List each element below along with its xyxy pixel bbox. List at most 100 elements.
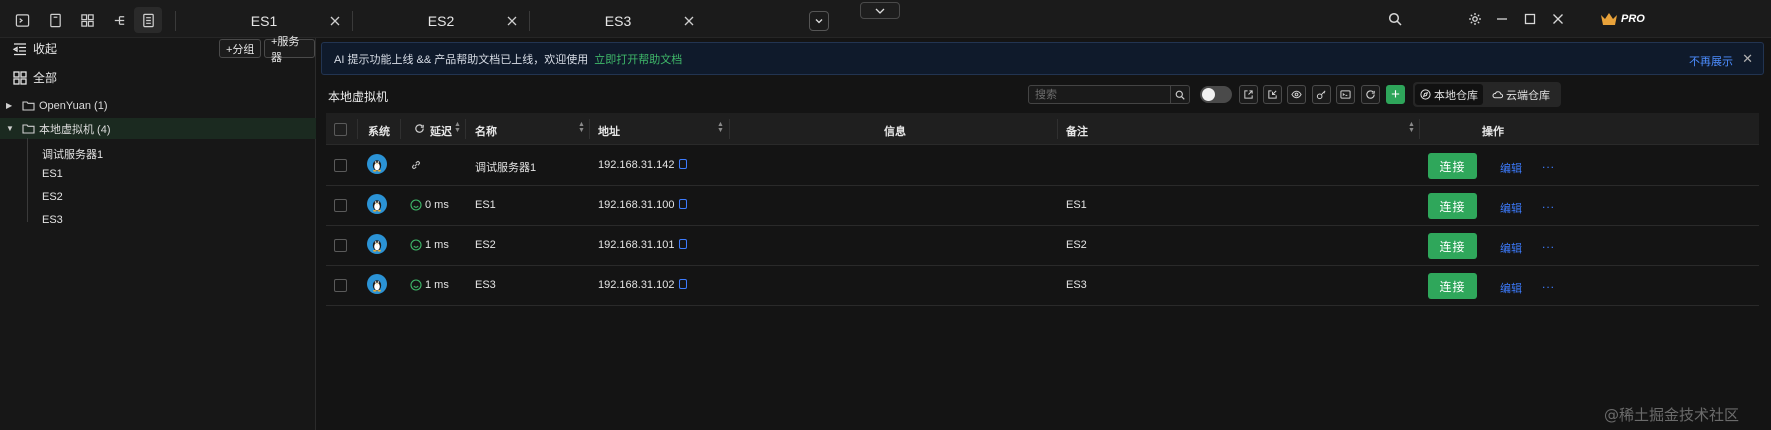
table-row[interactable]: 1 ms ES3 192.168.31.102 ES3 连接 编辑 ...: [326, 266, 1759, 306]
connect-button[interactable]: 连接: [1428, 153, 1477, 179]
search-button[interactable]: [1170, 85, 1189, 104]
import-button[interactable]: [1263, 85, 1282, 104]
terminal-icon[interactable]: [8, 7, 36, 33]
add-button[interactable]: +: [1386, 85, 1405, 104]
tab-es3[interactable]: ES3: [530, 4, 706, 38]
table-row[interactable]: 0 ms ES1 192.168.31.100 ES1 连接 编辑 ...: [326, 186, 1759, 226]
all-label: 全部: [33, 71, 58, 85]
copy-icon[interactable]: [679, 279, 688, 289]
edit-link[interactable]: 编辑: [1500, 240, 1522, 256]
tab-es1[interactable]: ES1: [176, 4, 352, 38]
grid-icon[interactable]: [73, 7, 101, 33]
latency-cell: 1 ms: [425, 239, 449, 251]
table-row[interactable]: 调试服务器1 192.168.31.142 连接 编辑 ...: [326, 146, 1759, 186]
refresh-button[interactable]: [1361, 85, 1380, 104]
group-local-vm[interactable]: ▼ 本地虚拟机 (4): [0, 118, 316, 139]
sort-icon[interactable]: ▲ ▼: [578, 121, 585, 135]
all-servers-item[interactable]: 全部: [12, 69, 57, 86]
document-icon[interactable]: [41, 7, 69, 33]
more-actions-button[interactable]: ...: [1542, 237, 1555, 251]
close-icon[interactable]: [328, 14, 342, 28]
minimize-icon[interactable]: [1491, 8, 1513, 30]
compass-icon: [1420, 89, 1431, 100]
table-row[interactable]: 1 ms ES2 192.168.31.101 ES2 连接 编辑 ...: [326, 226, 1759, 266]
linux-icon: [367, 234, 387, 254]
copy-icon[interactable]: [679, 199, 688, 209]
more-actions-button[interactable]: ...: [1542, 197, 1555, 211]
sort-icon[interactable]: ▲ ▼: [454, 121, 461, 135]
key-icon: [1316, 90, 1326, 100]
sort-icon[interactable]: ▲ ▼: [1408, 121, 1415, 135]
pro-badge[interactable]: PRO: [1600, 10, 1645, 28]
local-repo-tab[interactable]: 本地仓库: [1415, 84, 1483, 105]
tree-icon[interactable]: [105, 7, 133, 33]
add-server-button[interactable]: +服务器: [264, 36, 315, 64]
dropdown-handle[interactable]: [860, 2, 900, 19]
row-checkbox[interactable]: [334, 159, 347, 172]
server-item[interactable]: ES3: [42, 214, 63, 226]
list-icon[interactable]: [134, 7, 162, 33]
select-all-checkbox[interactable]: [334, 123, 347, 136]
edit-link[interactable]: 编辑: [1500, 160, 1522, 176]
more-actions-button[interactable]: ...: [1542, 157, 1555, 171]
search-input[interactable]: [1029, 86, 1171, 103]
caret-right-icon[interactable]: ▶: [6, 101, 14, 110]
search-icon[interactable]: [1384, 8, 1406, 30]
cloud-repo-tab[interactable]: 云端仓库: [1487, 84, 1555, 105]
column-latency[interactable]: 延迟: [430, 123, 452, 139]
linux-icon: [367, 154, 387, 174]
collapse-icon: [12, 42, 26, 55]
name-cell: ES2: [475, 239, 496, 251]
server-item[interactable]: ES2: [42, 191, 63, 203]
more-actions-button[interactable]: ...: [1542, 277, 1555, 291]
refresh-icon[interactable]: [414, 123, 425, 134]
column-separator: [357, 119, 358, 139]
tab-es2[interactable]: ES2: [353, 4, 529, 38]
row-checkbox[interactable]: [334, 279, 347, 292]
pro-label: PRO: [1621, 13, 1645, 25]
repo-switch: 本地仓库 云端仓库: [1413, 82, 1561, 107]
view-toggle[interactable]: [1200, 86, 1232, 103]
column-address[interactable]: 地址: [598, 123, 620, 139]
refresh-icon: [1366, 90, 1375, 99]
crown-icon: [1601, 13, 1617, 25]
row-checkbox[interactable]: [334, 239, 347, 252]
name-cell: 调试服务器1: [475, 162, 537, 174]
caret-down-icon[interactable]: ▼: [6, 124, 14, 133]
maximize-icon[interactable]: [1519, 8, 1541, 30]
column-separator: [729, 119, 730, 139]
export-button[interactable]: [1239, 85, 1258, 104]
connect-button[interactable]: 连接: [1428, 273, 1477, 299]
open-help-link[interactable]: 立即打开帮助文档: [594, 51, 682, 67]
gear-icon[interactable]: [1464, 8, 1486, 30]
server-item[interactable]: ES1: [42, 168, 63, 180]
address-cell: 192.168.31.101: [598, 239, 688, 251]
connect-button[interactable]: 连接: [1428, 233, 1477, 259]
latency-cell: 1 ms: [425, 279, 449, 291]
add-group-button[interactable]: +分组: [219, 39, 262, 58]
collapse-button[interactable]: 收起: [12, 40, 57, 57]
server-item[interactable]: 调试服务器1: [42, 146, 103, 162]
sort-icon[interactable]: ▲ ▼: [717, 121, 724, 135]
group-openyuan[interactable]: ▶ OpenYuan (1): [0, 95, 316, 116]
edit-link[interactable]: 编辑: [1500, 280, 1522, 296]
key-button[interactable]: [1312, 85, 1331, 104]
dismiss-link[interactable]: 不再展示: [1689, 53, 1733, 69]
copy-icon[interactable]: [679, 159, 688, 169]
close-icon[interactable]: [682, 14, 696, 28]
smile-icon: [410, 239, 422, 251]
column-name[interactable]: 名称: [475, 123, 497, 139]
copy-icon[interactable]: [679, 239, 688, 249]
close-icon[interactable]: ✕: [1742, 51, 1753, 67]
edit-link[interactable]: 编辑: [1500, 200, 1522, 216]
terminal-button[interactable]: [1336, 85, 1355, 104]
column-actions: 操作: [1482, 126, 1504, 138]
row-checkbox[interactable]: [334, 199, 347, 212]
tab-list-button[interactable]: [809, 11, 829, 31]
sidebar: 收起 +分组 +服务器 全部 ▶ OpenYuan (1) ▼ 本地虚拟机 (4…: [0, 36, 316, 430]
column-remark[interactable]: 备注: [1066, 123, 1088, 139]
window-close-icon[interactable]: [1547, 8, 1569, 30]
view-button[interactable]: [1287, 85, 1306, 104]
close-icon[interactable]: [505, 14, 519, 28]
connect-button[interactable]: 连接: [1428, 193, 1477, 219]
